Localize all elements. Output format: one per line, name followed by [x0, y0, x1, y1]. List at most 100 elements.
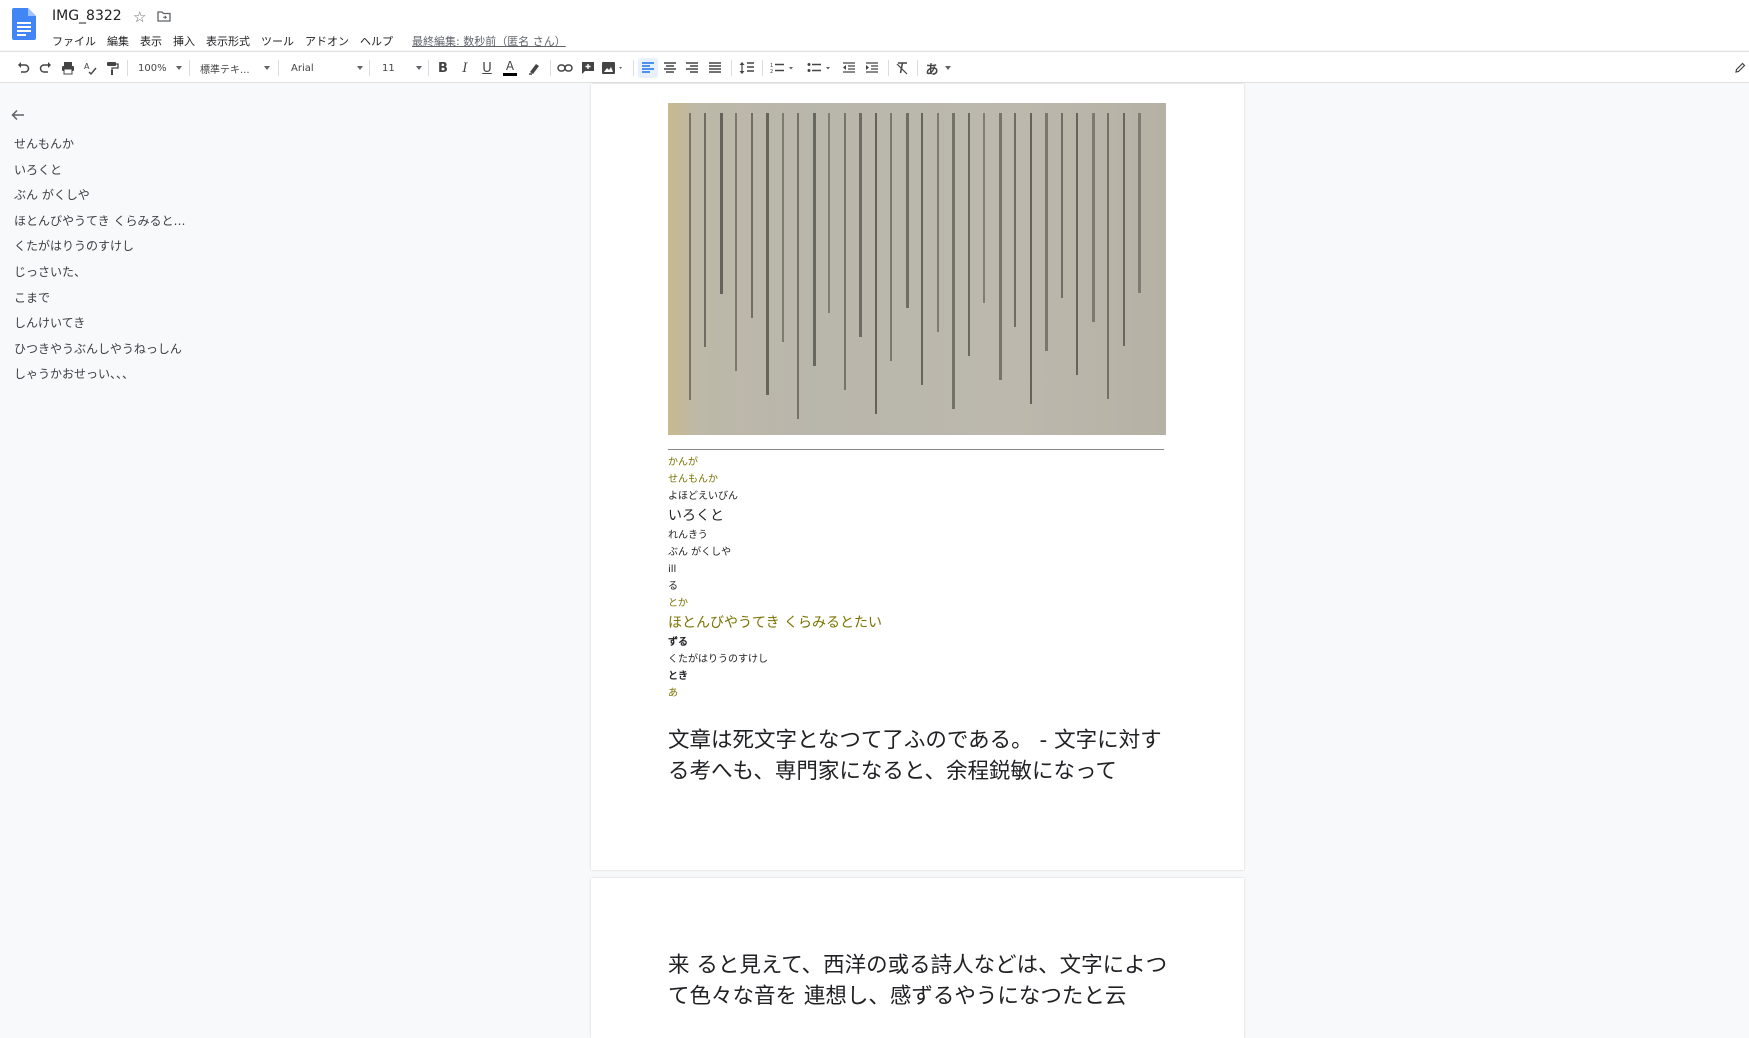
redo-icon[interactable]	[37, 58, 55, 78]
scan-text-column	[719, 113, 723, 294]
scan-text-column	[1060, 113, 1063, 298]
scan-text-column	[1076, 113, 1078, 375]
body-paragraph[interactable]: 来 ると見えて、西洋の或る詩人などは、文字によつて色々な音を 連想し、感ずるやう…	[668, 950, 1168, 1012]
scan-text-column	[983, 113, 985, 303]
outline-item[interactable]: しゃうかおせっい、、、	[14, 365, 234, 391]
bulleted-list-icon[interactable]	[805, 58, 835, 78]
text-color-swatch	[503, 73, 517, 76]
ocr-line[interactable]: とか	[668, 595, 1168, 612]
undo-icon[interactable]	[14, 58, 32, 78]
ocr-line[interactable]: ずる	[668, 634, 1168, 651]
edit-mode-icon[interactable]	[1733, 58, 1747, 78]
zoom-value: 100%	[138, 62, 167, 74]
font-select[interactable]: Arial	[291, 58, 363, 78]
outline-item[interactable]: いろくと	[14, 161, 234, 187]
menu-insert[interactable]: 挿入	[173, 33, 195, 49]
menu-format[interactable]: 表示形式	[206, 33, 250, 49]
move-folder-icon[interactable]	[157, 11, 171, 22]
link-icon[interactable]	[556, 58, 574, 78]
outline-item[interactable]: ひつきやうぶんしやうねっしん	[14, 340, 234, 366]
menu-addons[interactable]: アドオン	[305, 33, 349, 49]
ocr-line[interactable]: ほとんびやうてき くらみるとたい	[668, 612, 1168, 634]
outline-item[interactable]: ほとんびやうてき くらみると…	[14, 212, 234, 238]
bold-button[interactable]: B	[434, 58, 452, 78]
body-paragraph[interactable]: 文章は死文字となつて了ふのである。 - 文字に対する考へも、専門家になると、余程…	[668, 725, 1168, 787]
increase-indent-icon[interactable]	[863, 58, 881, 78]
scan-text-column	[859, 113, 862, 337]
scan-text-column	[750, 113, 753, 318]
paint-format-icon[interactable]	[103, 58, 121, 78]
ocr-line[interactable]: ill	[668, 561, 1168, 578]
underline-button[interactable]: U	[478, 58, 496, 78]
toolbar-divider	[888, 60, 889, 76]
last-edit-link[interactable]: 最終編集: 数秒前（匿名 さん）	[412, 33, 566, 49]
ocr-line[interactable]: あ	[668, 685, 1168, 702]
document-page[interactable]: 来 ると見えて、西洋の或る詩人などは、文字によつて色々な音を 連想し、感ずるやう…	[591, 878, 1244, 1038]
align-center-icon[interactable]	[661, 58, 679, 78]
highlight-icon[interactable]	[525, 58, 543, 78]
ocr-line[interactable]: よほどえいびん	[668, 488, 1168, 505]
outline-item[interactable]: じっさいた、	[14, 263, 234, 289]
docs-logo-icon[interactable]	[12, 8, 36, 40]
scan-text-column	[828, 113, 830, 313]
ocr-line[interactable]: ぶん がくしや	[668, 544, 1168, 561]
font-value: Arial	[291, 62, 314, 74]
scan-text-column	[952, 113, 955, 409]
close-outline-arrow-icon[interactable]	[10, 107, 26, 123]
toolbar-divider	[428, 60, 429, 76]
toolbar-divider	[127, 60, 128, 76]
scan-text-column	[704, 113, 706, 347]
line-spacing-icon[interactable]	[737, 58, 757, 78]
comment-icon[interactable]	[579, 58, 597, 78]
italic-button[interactable]: I	[456, 58, 474, 78]
toolbar-divider	[731, 60, 732, 76]
menu-view[interactable]: 表示	[140, 33, 162, 49]
menu-edit[interactable]: 編集	[107, 33, 129, 49]
text-color-button[interactable]: A	[501, 58, 519, 78]
menu-tools[interactable]: ツール	[261, 33, 294, 49]
menu-file[interactable]: ファイル	[52, 33, 96, 49]
justify-icon[interactable]	[706, 58, 724, 78]
numbered-list-icon[interactable]: 12	[768, 58, 798, 78]
ocr-line[interactable]: くたがはりうのすけし	[668, 651, 1168, 668]
ocr-line[interactable]: かんが	[668, 454, 1168, 471]
style-value: 標準テキ...	[200, 64, 250, 76]
font-size-value: 11	[382, 62, 395, 74]
outline-item[interactable]: くたがはりうのすけし	[14, 237, 234, 263]
scan-text-column	[874, 113, 877, 414]
title-bar: IMG_8322 ☆ ファイル 編集 表示 挿入 表示形式 ツール アドオン ヘ…	[0, 0, 1749, 50]
ocr-line[interactable]: る	[668, 578, 1168, 595]
spellcheck-icon[interactable]: A	[81, 58, 99, 78]
outline-item[interactable]: せんもんか	[14, 135, 234, 161]
document-title[interactable]: IMG_8322	[52, 8, 122, 24]
print-icon[interactable]	[59, 58, 77, 78]
clear-format-icon[interactable]	[893, 58, 911, 78]
outline-item[interactable]: こまで	[14, 289, 234, 315]
scanned-page-image[interactable]	[668, 103, 1166, 435]
outline-item[interactable]: ぶん がくしや	[14, 186, 234, 212]
scan-text-column	[781, 113, 784, 342]
ocr-text-block[interactable]: かんが せんもんか よほどえいびん いろくと れんきう ぶん がくしや ill るとか ほとんび…	[668, 454, 1168, 702]
ocr-line[interactable]: れんきう	[668, 527, 1168, 544]
ocr-line[interactable]: いろくと	[668, 505, 1168, 527]
toolbar-divider	[189, 60, 190, 76]
toolbar-divider	[369, 60, 370, 76]
ocr-line[interactable]: とき	[668, 668, 1168, 685]
document-page[interactable]: かんが せんもんか よほどえいびん いろくと れんきう ぶん がくしや ill るとか ほとんび…	[591, 84, 1244, 870]
scan-text-column	[936, 113, 939, 332]
toolbar-divider	[633, 60, 634, 76]
align-right-icon[interactable]	[683, 58, 701, 78]
scan-text-column	[1014, 113, 1016, 327]
font-size-select[interactable]: 11	[382, 58, 422, 78]
input-tools-button[interactable]: あ	[923, 58, 953, 78]
style-select[interactable]: 標準テキ...	[200, 58, 270, 78]
menu-help[interactable]: ヘルプ	[360, 33, 393, 49]
decrease-indent-icon[interactable]	[840, 58, 858, 78]
zoom-select[interactable]: 100%	[138, 58, 182, 78]
star-icon[interactable]: ☆	[133, 8, 146, 26]
scan-text-column	[735, 113, 737, 371]
ocr-line[interactable]: せんもんか	[668, 471, 1168, 488]
outline-item[interactable]: しんけいてき	[14, 314, 234, 340]
align-left-icon[interactable]	[638, 58, 658, 78]
image-icon[interactable]	[600, 58, 626, 78]
